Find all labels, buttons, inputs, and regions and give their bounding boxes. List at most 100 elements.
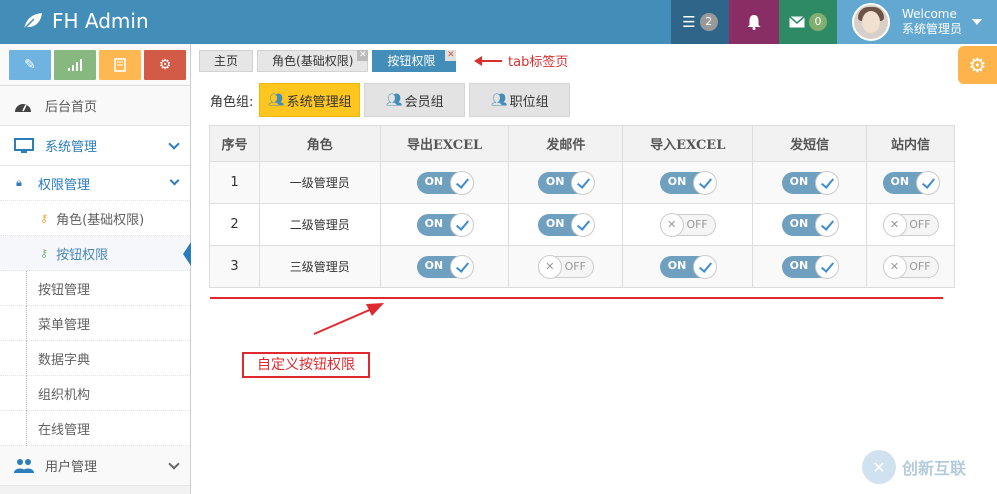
toggle-label: ON <box>890 174 910 188</box>
sidebar-item-menu-mgmt[interactable]: 菜单管理 <box>0 306 190 341</box>
permission-cell: ON <box>379 203 510 246</box>
tab-role-base[interactable]: 角色(基础权限) ✕ <box>257 50 369 72</box>
permission-toggle[interactable]: ON <box>781 170 839 195</box>
notifications-button[interactable] <box>729 0 779 44</box>
mail-button[interactable]: 0 <box>779 0 837 44</box>
column-header: 导出EXCEL <box>379 125 510 162</box>
toggle-label: ON <box>789 174 809 188</box>
tab-home[interactable]: 主页 <box>199 50 254 72</box>
permission-toggle[interactable]: ON <box>537 170 595 195</box>
permission-toggle[interactable]: OFF ✕ <box>659 212 716 237</box>
brand[interactable]: FH Admin <box>22 9 149 33</box>
toggle-label: ON <box>789 216 809 230</box>
settings-button[interactable]: ⚙ <box>958 46 997 84</box>
permission-toggle[interactable]: ON <box>416 170 474 195</box>
row-number: 3 <box>209 245 260 288</box>
sidebar-item-online[interactable]: 在线管理 <box>0 411 190 446</box>
row-number: 2 <box>209 203 260 246</box>
shortcut-cogs-button[interactable]: ⚙ <box>144 50 186 80</box>
toggle-label: OFF <box>909 217 931 231</box>
sidebar-item-label: 角色(基础权限) <box>56 212 145 228</box>
permission-toggle[interactable]: ON <box>882 170 940 195</box>
check-icon <box>570 212 595 237</box>
sidebar-item-label: 数据字典 <box>38 352 91 368</box>
dashboard-icon <box>14 99 36 113</box>
sidebar: ✎ ⚙ 后台首页 系统管理 🔒︎ 权限管理 ⚷ 角色(基础权限) ⚷ 按钮权限 … <box>0 44 191 494</box>
caret-down-icon <box>972 19 982 25</box>
sidebar-item-home[interactable]: 后台首页 <box>0 86 190 126</box>
group-button-label: 职位组 <box>509 94 549 110</box>
close-icon: ✕ <box>659 212 684 237</box>
desktop-icon <box>14 137 36 154</box>
top-navbar: FH Admin ☰ 2 0 Welcome 系统管理员 <box>0 0 997 44</box>
permission-toggle[interactable]: OFF ✕ <box>882 212 939 237</box>
permission-toggle[interactable]: ON <box>416 212 474 237</box>
cogs-icon: ⚙ <box>158 57 172 73</box>
permission-toggle[interactable]: ON <box>659 170 717 195</box>
sidebar-item-label: 按钮管理 <box>38 282 91 298</box>
sidebar-item-perm-mgmt[interactable]: 🔒︎ 权限管理 <box>0 166 190 201</box>
watermark-logo-icon: ✕ <box>862 450 896 484</box>
permission-toggle[interactable]: OFF ✕ <box>537 254 594 279</box>
permission-cell: OFF ✕ <box>508 245 624 288</box>
shortcut-book-button[interactable] <box>99 50 141 80</box>
tasks-badge: 2 <box>699 13 718 31</box>
permission-toggle[interactable]: ON <box>659 254 717 279</box>
group-button-position[interactable]: 👥︎ 职位组 <box>469 83 571 117</box>
watermark: ✕ 创新互联 <box>862 450 966 484</box>
table-row: 2 二级管理员 ON ON OFF ✕ ON OFF ✕ <box>209 203 955 246</box>
check-icon <box>449 254 474 279</box>
permission-toggle[interactable]: ON <box>781 254 839 279</box>
sidebar-item-user-mgmt[interactable]: 用户管理 <box>0 446 190 486</box>
user-menu[interactable]: Welcome 系统管理员 <box>837 0 997 44</box>
sidebar-item-button-perm[interactable]: ⚷ 按钮权限 <box>0 236 191 271</box>
permission-cell: ON <box>866 161 955 204</box>
permission-toggle[interactable]: OFF ✕ <box>882 254 939 279</box>
tab-label: 角色(基础权限) <box>272 54 354 68</box>
check-icon <box>570 170 595 195</box>
key-icon: ⚷ <box>40 246 49 260</box>
tab-button-perm[interactable]: 按钮权限 ✕ <box>372 50 457 72</box>
close-icon: ✕ <box>882 254 907 279</box>
sidebar-item-label: 权限管理 <box>38 177 91 193</box>
tasks-button[interactable]: ☰ 2 <box>671 0 729 44</box>
shortcut-signal-button[interactable] <box>54 50 96 80</box>
check-icon <box>692 170 717 195</box>
permission-cell: OFF ✕ <box>622 203 754 246</box>
permission-cell: OFF ✕ <box>866 203 955 246</box>
sidebar-item-dictionary[interactable]: 数据字典 <box>0 341 190 376</box>
group-button-system[interactable]: 👥︎ 系统管理组 <box>259 83 361 117</box>
close-icon[interactable]: ✕ <box>445 50 457 61</box>
column-header: 序号 <box>209 125 260 162</box>
user-welcome: Welcome <box>901 7 957 21</box>
permission-toggle[interactable]: ON <box>416 254 474 279</box>
toggle-label: ON <box>424 174 444 188</box>
users-icon <box>14 458 36 474</box>
tab-bar: 主页 角色(基础权限) ✕ 按钮权限 ✕ <box>199 50 460 72</box>
row-number: 1 <box>209 161 260 204</box>
sidebar-item-role-base[interactable]: ⚷ 角色(基础权限) <box>0 201 190 236</box>
sidebar-item-system-mgmt[interactable]: 系统管理 <box>0 126 190 166</box>
permission-cell: ON <box>622 245 754 288</box>
toggle-label: OFF <box>686 217 708 231</box>
sidebar-item-org[interactable]: 组织机构 <box>0 376 190 411</box>
close-icon[interactable]: ✕ <box>357 50 369 61</box>
check-icon <box>814 254 839 279</box>
annotation-underline <box>210 297 943 299</box>
toggle-label: ON <box>545 174 565 188</box>
table-header-row: 序号 角色 导出EXCEL 发邮件 导入EXCEL 发短信 站内信 <box>209 125 955 162</box>
permission-toggle[interactable]: ON <box>537 212 595 237</box>
group-button-member[interactable]: 👥︎ 会员组 <box>364 83 466 117</box>
user-name: 系统管理员 <box>901 22 962 36</box>
permission-cell: ON <box>379 161 510 204</box>
sidebar-item-button-mgmt[interactable]: 按钮管理 <box>0 271 190 306</box>
permission-toggle[interactable]: ON <box>781 212 839 237</box>
toggle-label: ON <box>667 258 687 272</box>
toggle-label: ON <box>424 216 444 230</box>
pencil-icon: ✎ <box>24 57 36 73</box>
shortcut-pencil-button[interactable]: ✎ <box>9 50 51 80</box>
permission-cell: ON <box>508 203 624 246</box>
toggle-label: ON <box>545 216 565 230</box>
leaf-icon <box>23 13 42 30</box>
sidebar-item-label: 用户管理 <box>45 460 98 475</box>
